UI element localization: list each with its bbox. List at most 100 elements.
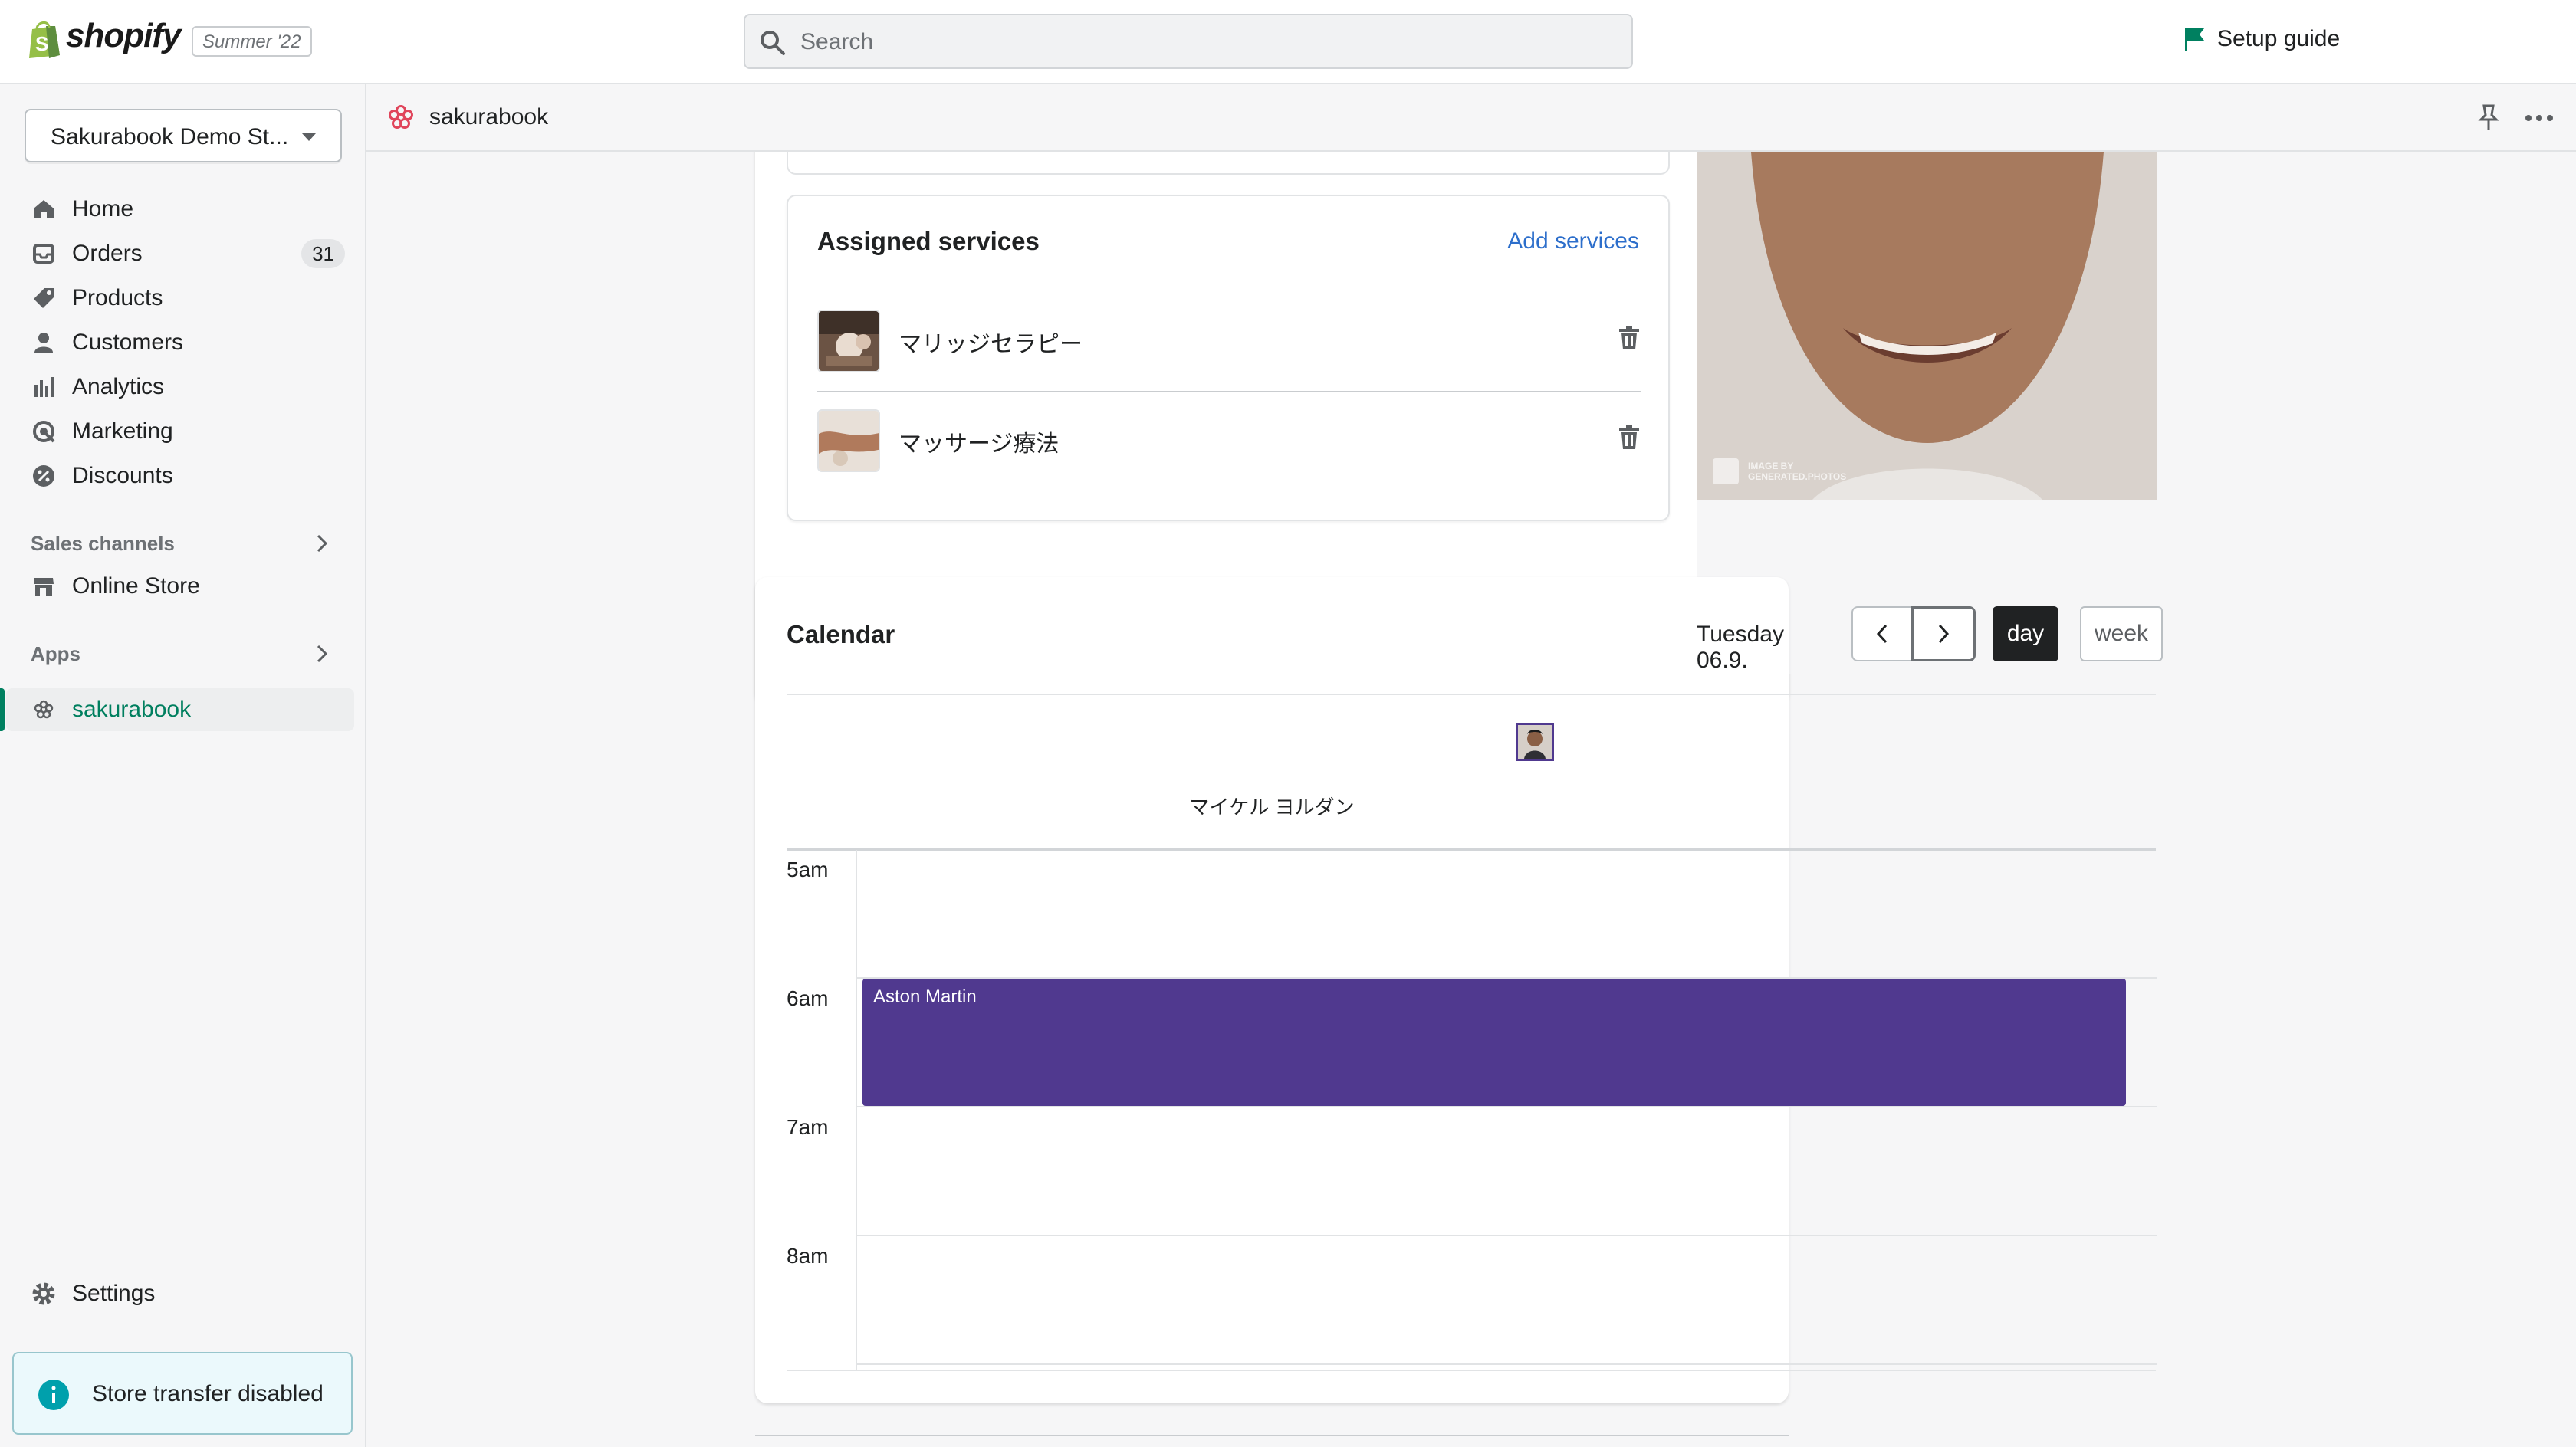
sidebar-item-sakurabook[interactable]: sakurabook [31, 691, 345, 729]
sales-channels-label: Sales channels [31, 532, 175, 555]
time-slot-label: 5am [787, 858, 829, 881]
pin-icon[interactable] [2478, 104, 2499, 132]
service-thumbnail [817, 409, 880, 472]
watermark-logo-icon [1713, 458, 1739, 484]
sales-channels-heading[interactable]: Sales channels [31, 532, 337, 556]
sidebar-item-label: Customers [72, 330, 184, 355]
search-input[interactable]: Search [744, 14, 1633, 69]
sidebar-item-online-store[interactable]: Online Store [31, 567, 345, 605]
service-row[interactable]: マッサージ療法 [817, 391, 1641, 491]
home-icon [31, 196, 57, 222]
next-day-button[interactable] [1911, 606, 1976, 661]
svg-text:S: S [35, 32, 48, 55]
calendar-grid-bottom [787, 1370, 2156, 1371]
sidebar-item-label: Orders [72, 241, 143, 266]
tag-icon [31, 285, 57, 311]
edition-badge[interactable]: Summer '22 [192, 26, 312, 57]
apps-label: Apps [31, 642, 80, 665]
chevron-right-icon[interactable] [314, 532, 330, 555]
sidebar-item-products[interactable]: Products [31, 279, 345, 317]
store-transfer-text: Store transfer disabled [92, 1381, 324, 1406]
sidebar-item-customers[interactable]: Customers [31, 323, 345, 362]
calendar-event[interactable]: Aston Martin [863, 979, 2126, 1106]
gear-icon [31, 1281, 57, 1307]
time-column-divider [856, 850, 857, 1371]
time-slot-line [856, 1106, 2157, 1107]
next-section-edge [755, 1435, 1789, 1436]
event-title: Aston Martin [873, 986, 977, 1007]
sidebar-item-label: Discounts [72, 463, 173, 488]
sidebar-item-label: Products [72, 285, 163, 310]
calendar-grid-top [787, 848, 2156, 851]
orders-icon [31, 241, 57, 267]
trash-icon[interactable] [1618, 325, 1641, 351]
time-slot-line [856, 1363, 2157, 1365]
setup-guide-label: Setup guide [2217, 26, 2341, 51]
info-icon [38, 1380, 69, 1410]
discount-icon [31, 463, 57, 489]
shopify-logo-icon[interactable]: S [26, 20, 61, 58]
watermark-line1: IMAGE BY [1748, 461, 1794, 471]
store-selector[interactable]: Sakurabook Demo St... [25, 109, 342, 162]
chevron-left-icon [1876, 624, 1888, 644]
sidebar-item-label: Home [72, 196, 134, 221]
trash-icon[interactable] [1618, 425, 1641, 451]
apps-heading[interactable]: Apps [31, 642, 337, 666]
staff-name: マイケル ヨルダン [1189, 796, 1355, 819]
photo-watermark: IMAGE BY GENERATED.PHOTOS [1713, 458, 1846, 484]
target-icon [31, 418, 57, 445]
person-icon [31, 330, 57, 356]
chevron-right-icon [1938, 624, 1950, 644]
watermark-line2: GENERATED.PHOTOS [1748, 471, 1847, 482]
assigned-services-heading: Assigned services [817, 227, 1040, 255]
store-transfer-banner: Store transfer disabled [12, 1352, 353, 1435]
service-thumbnail [817, 310, 880, 372]
calendar-title: Calendar [787, 620, 895, 648]
sidebar-item-analytics[interactable]: Analytics [31, 368, 345, 406]
sidebar: Sakurabook Demo St... Home Orders 31 Pro… [0, 84, 366, 1447]
time-slot-label: 6am [787, 986, 829, 1010]
flower-icon [31, 697, 57, 723]
calendar-header-divider [787, 694, 2156, 695]
calendar-date: Tuesday 06.9. [1697, 622, 1784, 673]
calendar-card: Calendar Tuesday 06.9. day week マイケル ヨルダ… [755, 577, 2163, 1403]
sidebar-item-label: Online Store [72, 573, 200, 599]
shopify-wordmark[interactable]: shopify [66, 17, 181, 55]
staff-photo: IMAGE BY GENERATED.PHOTOS [1697, 152, 2157, 500]
sidebar-item-label: Settings [72, 1281, 156, 1306]
caret-down-icon [302, 133, 316, 141]
sakurabook-logo-icon [389, 105, 413, 129]
staff-avatar[interactable] [1516, 723, 1554, 761]
sidebar-item-label: Analytics [72, 374, 165, 399]
week-view-button[interactable]: week [2080, 606, 2163, 661]
assigned-services-card: Assigned services Add services マリッジセラピー … [787, 195, 1670, 521]
search-placeholder: Search [800, 29, 874, 54]
sidebar-item-discounts[interactable]: Discounts [31, 457, 345, 495]
setup-guide-button[interactable]: Setup guide [2183, 26, 2340, 52]
sidebar-item-settings[interactable]: Settings [31, 1275, 345, 1313]
previous-section-box [787, 152, 1670, 175]
sidebar-item-home[interactable]: Home [31, 190, 345, 228]
chevron-right-icon[interactable] [314, 642, 330, 665]
sidebar-item-label: Marketing [72, 418, 173, 444]
more-options-icon[interactable] [2525, 115, 2553, 121]
time-slot-label: 8am [787, 1244, 829, 1268]
sidebar-item-orders[interactable]: Orders 31 [31, 235, 345, 273]
previous-day-button[interactable] [1852, 606, 1913, 661]
time-slot-line [856, 1235, 2157, 1236]
main-content: Assigned services Add services マリッジセラピー … [366, 152, 2576, 1447]
sidebar-item-label: sakurabook [72, 697, 192, 722]
top-bar: S shopify Summer '22 Search Setup guide [0, 0, 2576, 84]
store-icon [31, 573, 57, 599]
app-header: sakurabook [366, 84, 2576, 152]
service-row[interactable]: マリッジセラピー [817, 291, 1641, 391]
search-icon [761, 31, 785, 55]
orders-count-badge: 31 [301, 239, 345, 268]
sidebar-item-marketing[interactable]: Marketing [31, 412, 345, 451]
day-view-button[interactable]: day [1993, 606, 2058, 661]
time-slot-label: 7am [787, 1115, 829, 1139]
store-name: Sakurabook Demo St... [51, 124, 289, 149]
active-indicator [0, 688, 5, 731]
flag-icon [2185, 28, 2204, 51]
add-services-link[interactable]: Add services [1507, 228, 1639, 254]
